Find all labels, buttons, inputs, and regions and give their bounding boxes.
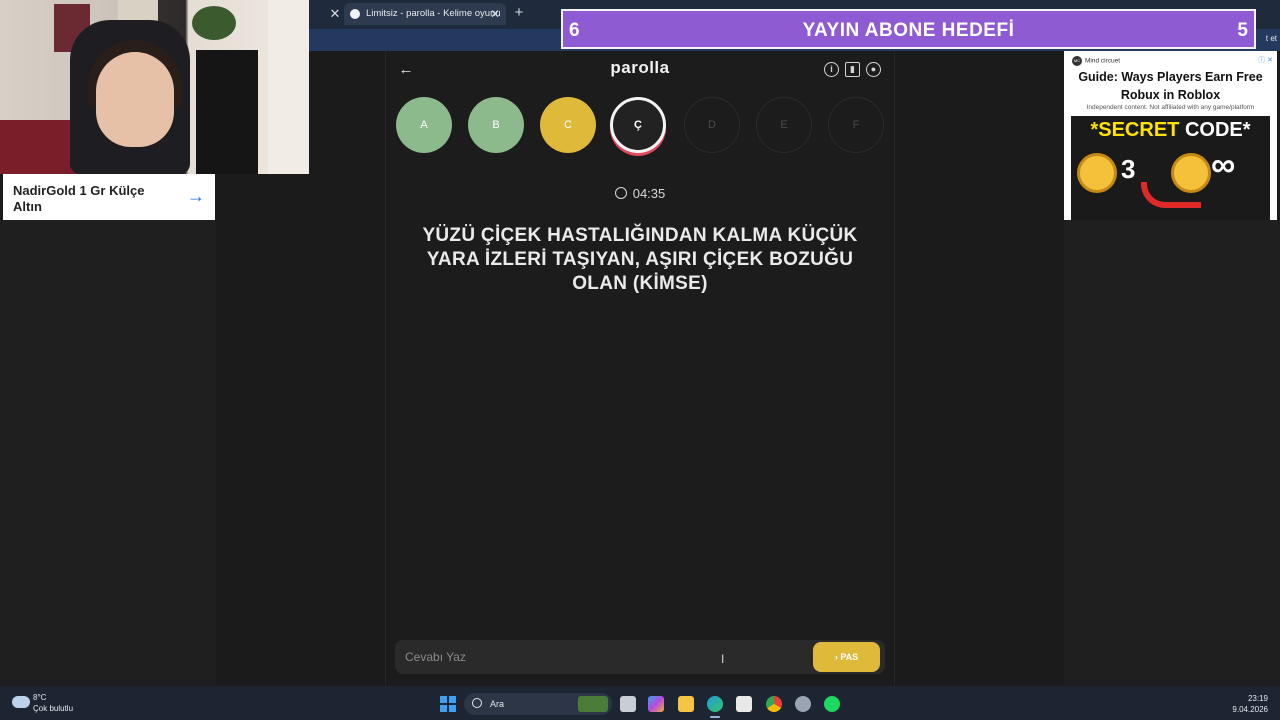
- ad-subtext: Independent content. Not affiliated with…: [1086, 104, 1255, 111]
- chrome-icon[interactable]: [766, 696, 782, 712]
- tab-title: Limitsiz - parolla - Kelime oyunu: [366, 8, 501, 19]
- clock-date: 9.04.2026: [1232, 705, 1268, 714]
- left-ad-banner[interactable]: NadirGold 1 Gr Külçe Altın →: [3, 174, 215, 220]
- system-clock[interactable]: 23:19 9.04.2026: [1232, 693, 1268, 715]
- arrow-right-icon[interactable]: →: [187, 186, 205, 207]
- goal-right-number: 5: [1237, 20, 1248, 41]
- timer-value: 04:35: [632, 186, 666, 201]
- robux-coin-icon: [1077, 153, 1117, 193]
- back-arrow-icon[interactable]: ←: [398, 60, 414, 80]
- clock-icon: [614, 187, 627, 199]
- left-ad-text: NadirGold 1 Gr Külçe Altın: [13, 183, 145, 214]
- search-icon: [472, 698, 482, 708]
- favicon-icon: [350, 9, 360, 19]
- letter-circle-e: E: [756, 97, 812, 153]
- game-logo[interactable]: parolla: [590, 58, 690, 78]
- letter-circle-c-cedilla-active: Ç: [610, 97, 666, 153]
- robux-coin-icon: [1171, 153, 1211, 193]
- active-app-indicator: [710, 716, 720, 718]
- webcam-overlay: [0, 0, 309, 174]
- close-icon[interactable]: ✕: [326, 6, 344, 22]
- webcam-person-face: [96, 52, 174, 147]
- right-ad-banner[interactable]: MC Mind circuet ⓘ ✕ Guide: Ways Players E…: [1064, 51, 1277, 220]
- weather-temperature: 8°C: [33, 693, 47, 702]
- store-icon[interactable]: [736, 696, 752, 712]
- spotify-icon[interactable]: [824, 696, 840, 712]
- letter-circle-c: C: [540, 97, 596, 153]
- clock-time: 23:19: [1247, 694, 1268, 703]
- windows-start-icon[interactable]: [440, 696, 456, 712]
- goal-title: YAYIN ABONE HEDEFİ: [802, 20, 1015, 41]
- question-text: YÜZÜ ÇİÇEK HASTALIĞINDAN KALMA KÜÇÜK YAR…: [422, 225, 858, 294]
- weather-description: Çok bulutlu: [33, 704, 74, 713]
- webcam-plant: [192, 6, 236, 40]
- ad-brand-logo-icon: MC: [1072, 56, 1082, 66]
- browser-tab-active[interactable]: Limitsiz - parolla - Kelime oyunu ✕: [344, 3, 506, 25]
- ad-infinity: ∞: [1211, 146, 1236, 184]
- ad-headline[interactable]: Guide: Ways Players Earn Free Robux in R…: [1064, 68, 1277, 104]
- search-highlight-image: [578, 696, 608, 712]
- letter-circle-a: A: [396, 97, 452, 153]
- user-profile-icon[interactable]: ●: [866, 62, 881, 77]
- new-tab-button[interactable]: +: [511, 4, 527, 22]
- right-ad-column: [1064, 220, 1280, 686]
- file-explorer-icon[interactable]: [678, 696, 694, 712]
- ad-brand: MC Mind circuet: [1072, 56, 1120, 66]
- cloud-icon: [12, 696, 30, 708]
- letter-circle-f: F: [828, 97, 884, 153]
- pass-button-label: PAS: [840, 652, 859, 662]
- taskbar-search[interactable]: Ara: [464, 693, 612, 715]
- ad-secret-code-text: *SECRET CODE*: [1071, 119, 1270, 142]
- ad-banner-word-a: *SECRET: [1090, 119, 1180, 141]
- edge-browser-icon[interactable]: [707, 696, 723, 712]
- ad-brand-name: Mind circuet: [1085, 57, 1121, 65]
- settings-gear-icon[interactable]: [795, 696, 811, 712]
- ad-image[interactable]: *SECRET CODE* 3 ∞: [1071, 116, 1270, 220]
- weather-widget[interactable]: 8°C Çok bulutlu: [12, 692, 112, 716]
- copilot-icon[interactable]: [648, 696, 664, 712]
- left-ad-column: [0, 220, 216, 686]
- letter-circle-d: D: [684, 97, 740, 153]
- info-icon[interactable]: i: [824, 62, 839, 77]
- webcam-shelf: [196, 50, 258, 174]
- webcam-door: [268, 0, 309, 174]
- ad-info-icon[interactable]: ⓘ ✕: [1258, 55, 1273, 65]
- stats-chart-icon[interactable]: ▮: [845, 62, 860, 77]
- answer-input[interactable]: [405, 648, 705, 666]
- ad-count: 3: [1121, 154, 1136, 184]
- countdown-timer: 04:35: [560, 186, 720, 201]
- subscriber-goal-banner: 6 YAYIN ABONE HEDEFİ 5: [561, 9, 1256, 49]
- address-bar-right-text: t et: [1265, 34, 1277, 43]
- tab-close-icon[interactable]: ✕: [490, 3, 500, 25]
- task-view-icon[interactable]: [620, 696, 636, 712]
- taskbar-search-label: Ara: [490, 699, 505, 709]
- text-cursor-icon: I: [721, 652, 725, 666]
- letter-circle-b: B: [468, 97, 524, 153]
- pass-button[interactable]: › PAS: [813, 642, 880, 672]
- ad-banner-word-b: CODE*: [1184, 119, 1251, 141]
- windows-taskbar: [0, 686, 1280, 720]
